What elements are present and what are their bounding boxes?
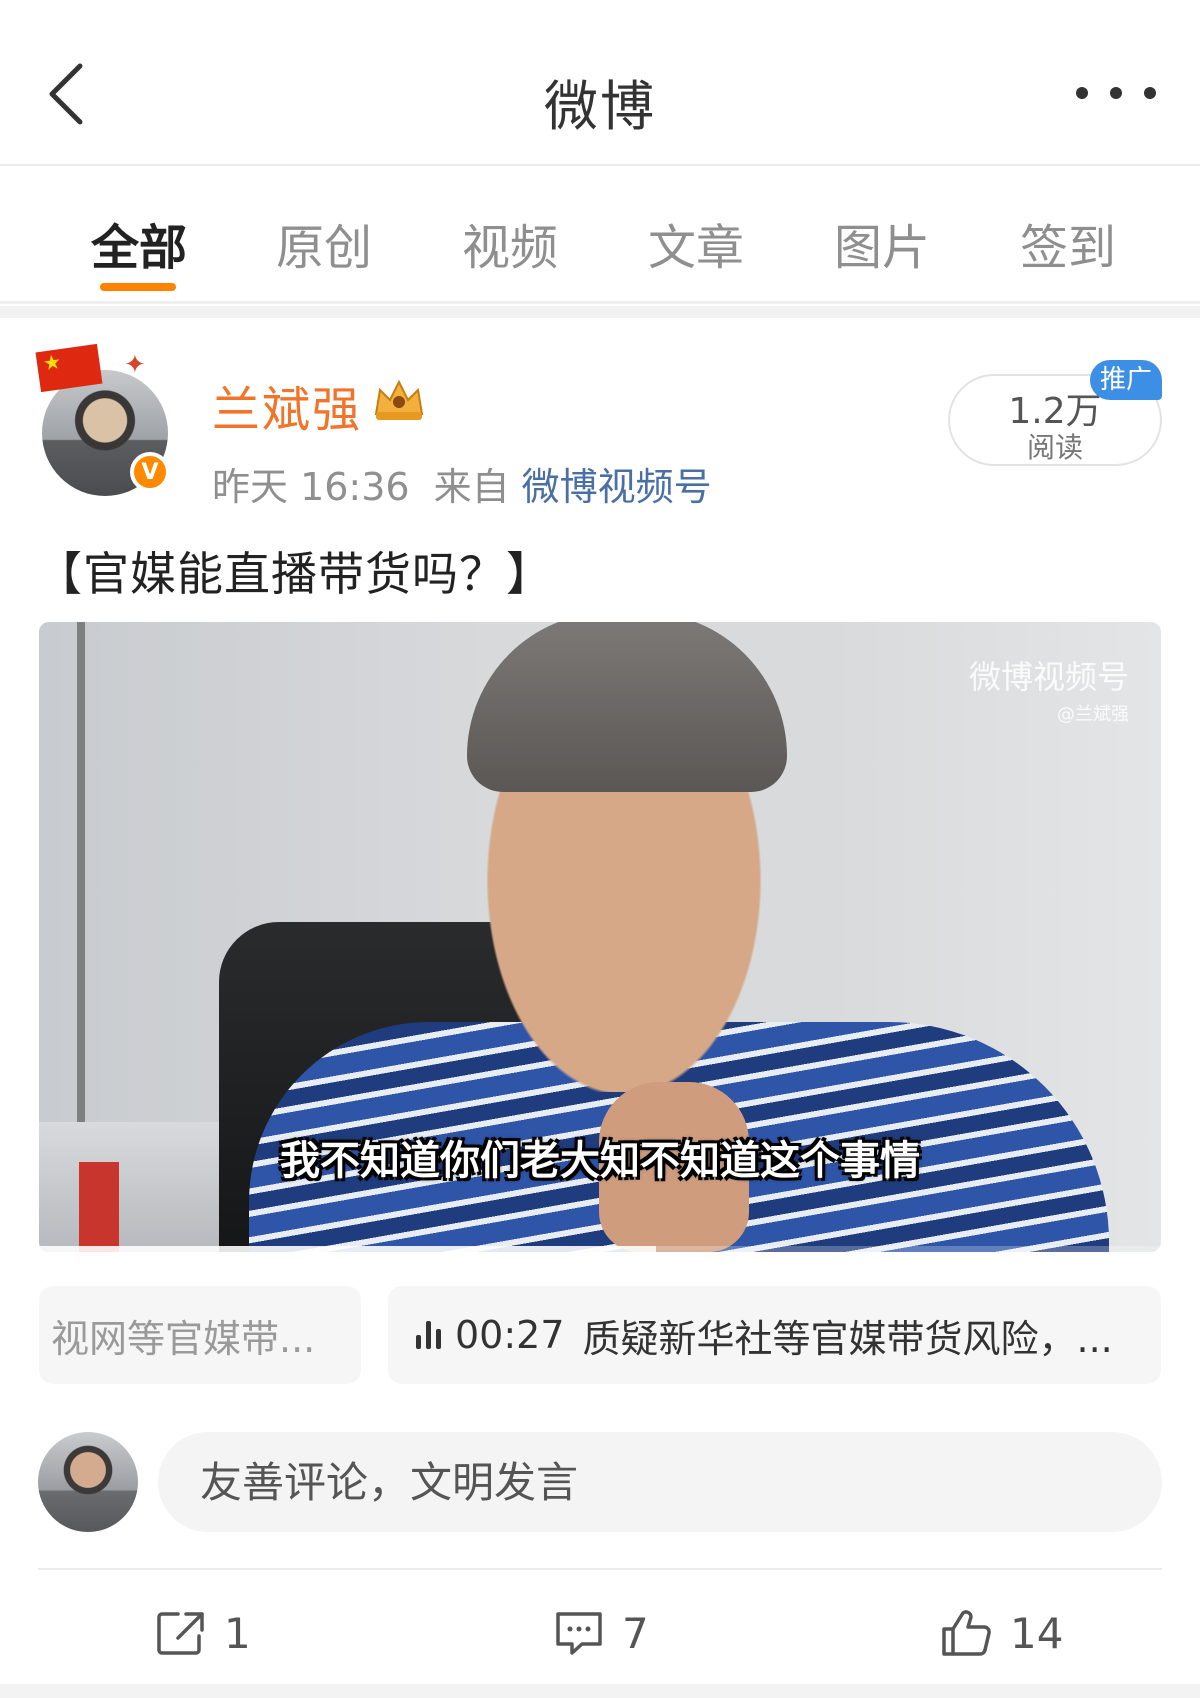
tab-original[interactable]: 原创 [249,208,399,278]
video-bg-cable [77,622,85,1182]
crown-icon [374,379,424,420]
page-title: 微博 [544,75,656,138]
watermark-user: @兰斌强 [1057,704,1129,725]
comment-icon [556,1612,602,1655]
video-watermark: 微博视频号 @兰斌强 [969,652,1129,726]
share-count: 1 [224,1608,251,1658]
tab-checkin[interactable]: 签到 [993,208,1143,278]
promo-badge[interactable]: 推广 [1090,360,1162,400]
flag-icon [35,343,103,393]
watermark-text: 微博视频号 [968,658,1129,696]
chapter-time: 00:27 [455,1313,565,1357]
tab-bar: 全部 原创 视频 文章 图片 签到 [0,168,1200,304]
tab-all[interactable]: 全部 [64,208,214,278]
post-text: 【官媒能直播带货吗？】 [36,547,553,601]
tab-article[interactable]: 文章 [621,208,771,278]
post-source-link[interactable]: 微博视频号 [522,465,712,509]
action-divider [38,1568,1162,1570]
video-player[interactable]: 微博视频号 @兰斌强 我不知道你们老大知不知道这个事情 [39,622,1161,1252]
top-bar: 微博 [0,0,1200,166]
active-tab-indicator [100,283,176,291]
share-icon [157,1612,204,1655]
verified-icon: V [130,452,170,492]
from-label: 来自 [433,465,510,509]
chapter-card-current[interactable]: 00:27 质疑新华社等官媒带货风险，... [388,1286,1161,1384]
like-count: 14 [1010,1608,1064,1658]
more-icon[interactable] [1076,78,1156,108]
chapter-text: 质疑新华社等官媒带货风险，... [582,1316,1113,1361]
chapter-card-prev[interactable]: 视网等官媒带... [39,1286,361,1384]
video-progress-bar[interactable] [39,1246,1161,1252]
post-meta: 昨天 16:36 来自 微博视频号 [212,456,712,511]
share-button[interactable]: 1 [156,1598,251,1668]
comment-count: 7 [622,1608,649,1658]
bottom-strip [0,1684,1200,1698]
section-divider [0,306,1200,318]
chapter-text: 视网等官媒带... [51,1316,316,1361]
read-label: 阅读 [1026,431,1083,464]
tab-image[interactable]: 图片 [807,208,957,278]
bird-icon: ✦ [124,350,146,380]
author-name[interactable]: 兰斌强 [212,370,362,440]
post-time: 昨天 16:36 [212,465,410,509]
my-avatar[interactable] [38,1432,138,1532]
comment-input[interactable] [158,1432,1162,1532]
comment-button[interactable]: 7 [554,1598,649,1668]
author-avatar[interactable]: ✦ V [35,343,170,496]
like-button[interactable]: 14 [940,1598,1063,1668]
video-progress-fill [39,1246,657,1252]
like-icon [942,1610,991,1656]
audio-bars-icon [416,1321,441,1349]
video-subtitle: 我不知道你们老大知不知道这个事情 [280,1138,920,1184]
tab-video[interactable]: 视频 [435,208,585,278]
